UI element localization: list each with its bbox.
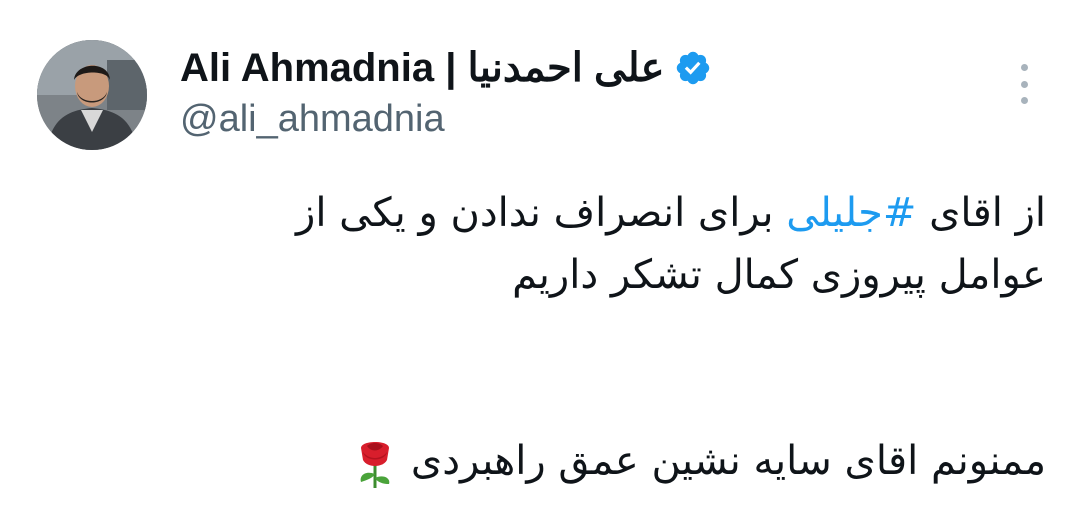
verified-badge-icon	[677, 51, 710, 85]
dot	[1020, 97, 1028, 104]
rose-icon	[360, 442, 390, 488]
tweet-text-line-1: از اقای #جلیلی برای انصراف ندادن و یکی ا…	[46, 182, 1046, 244]
dot	[1020, 64, 1028, 71]
tweet-header: Ali Ahmadnia | علی احمدنیا @ali_ahmadnia	[180, 40, 989, 141]
author-name[interactable]: Ali Ahmadnia | علی احمدنیا	[180, 45, 664, 91]
tweet-text: از اقای #جلیلی برای انصراف ندادن و یکی ا…	[46, 182, 1046, 492]
tweet-text-line-3: ممنونم اقای سایه نشین عمق راهبردی	[46, 430, 1046, 492]
dot	[1020, 80, 1028, 88]
author-name-row: Ali Ahmadnia | علی احمدنیا	[180, 40, 989, 96]
author-handle[interactable]: @ali_ahmadnia	[180, 98, 989, 141]
hashtag-link[interactable]: #جلیلی	[786, 190, 916, 236]
text-segment: برای انصراف ندادن و یکی از	[296, 190, 787, 236]
tweet-text-line-2: عوامل پیروزی کمال تشکر داریم	[512, 252, 1046, 298]
text-segment: ممنونم اقای سایه نشین عمق راهبردی	[410, 438, 1046, 484]
more-options-icon[interactable]	[1012, 64, 1036, 104]
avatar-photo	[37, 40, 147, 150]
tweet-card: Ali Ahmadnia | علی احمدنیا @ali_ahmadnia…	[0, 0, 1079, 512]
avatar[interactable]	[37, 40, 147, 150]
text-segment: از اقای	[916, 190, 1046, 236]
